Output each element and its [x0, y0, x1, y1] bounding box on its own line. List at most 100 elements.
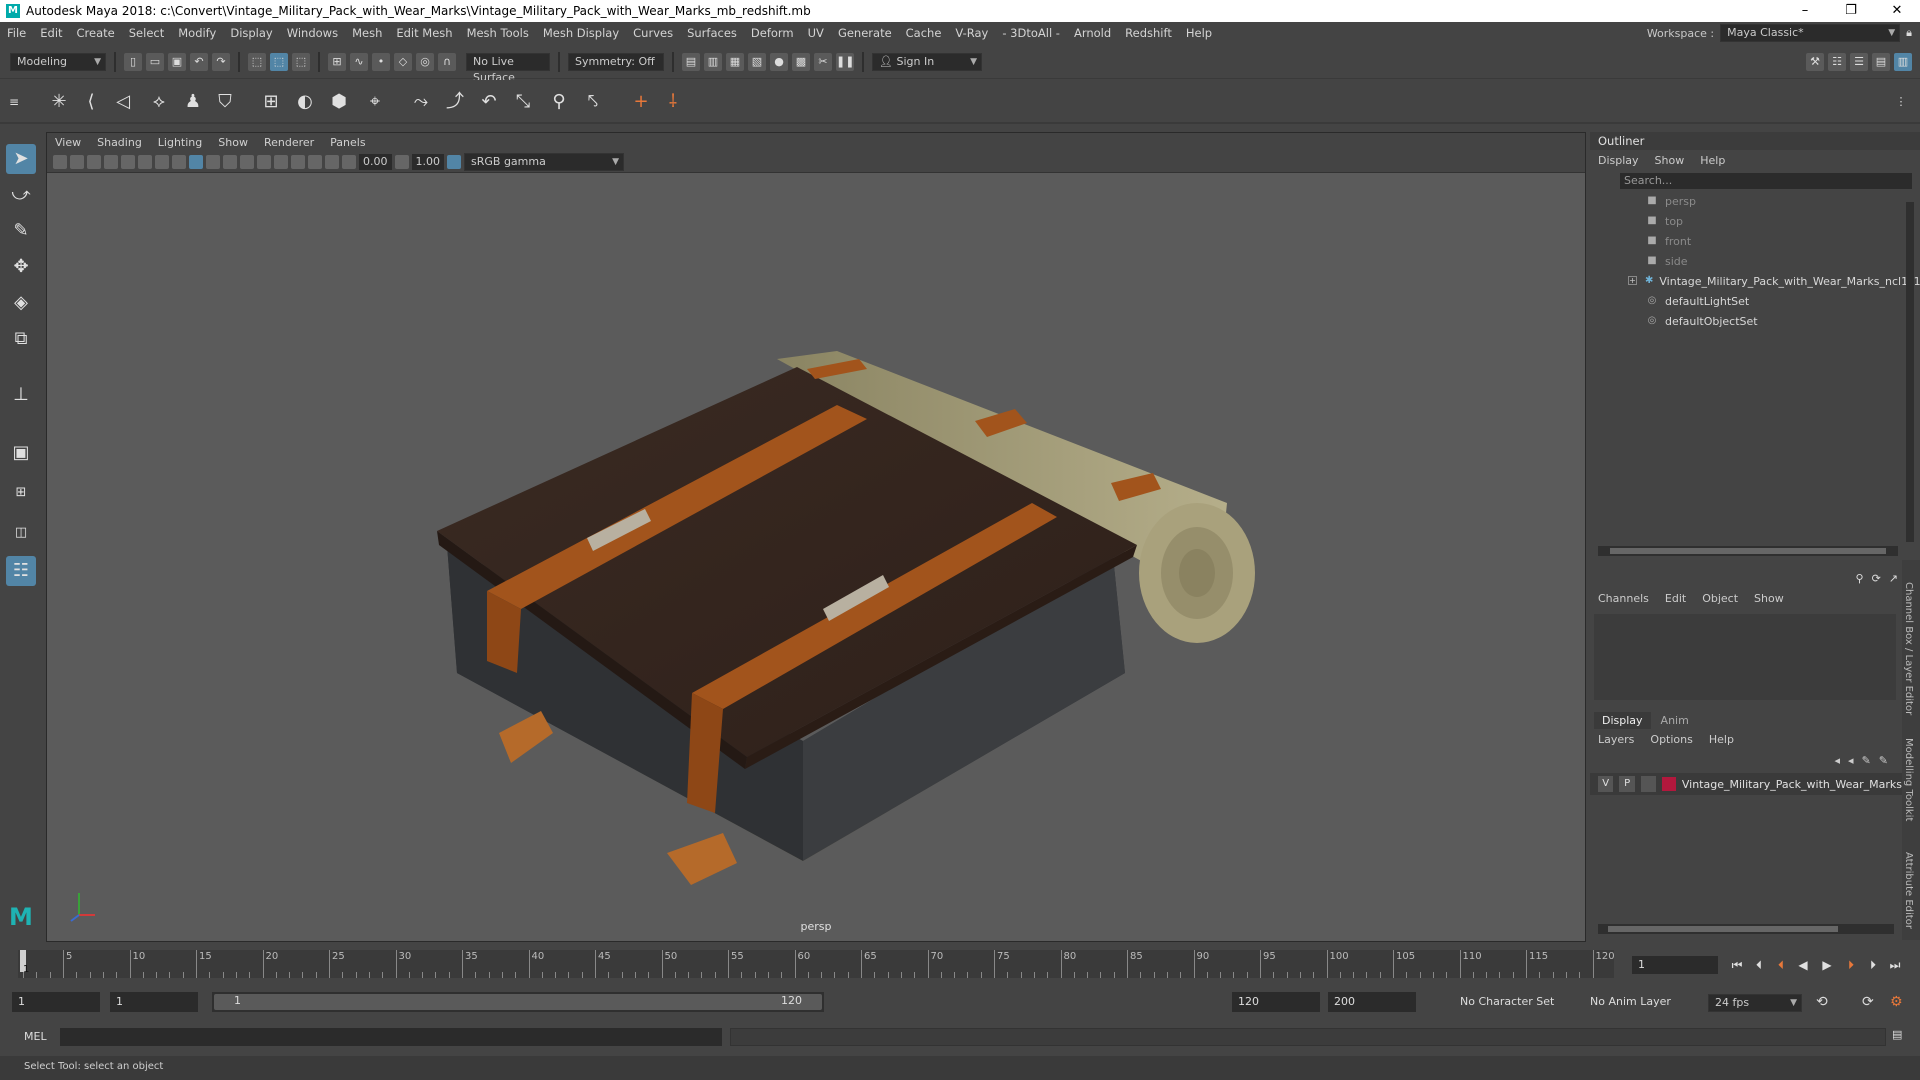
tool-settings-toggle-icon[interactable]: ☰	[1850, 52, 1868, 71]
layer-menu-layers[interactable]: Layers	[1598, 733, 1634, 746]
channel-box-menu-show[interactable]: Show	[1754, 592, 1784, 605]
cluster-icon[interactable]: ⤳	[408, 89, 434, 115]
step-back-key-icon[interactable]: ⏴	[1750, 956, 1768, 974]
wrap-deformer-icon[interactable]: ⤣	[580, 89, 606, 115]
tab-display[interactable]: Display	[1594, 712, 1651, 729]
animation-preferences-icon[interactable]: ⚙	[1890, 994, 1903, 1010]
outliner-item-pack-group[interactable]: + ✱ Vintage_Military_Pack_with_Wear_Marks_…	[1590, 271, 1920, 291]
redshift-render-icon[interactable]: ✂	[814, 52, 832, 71]
command-language-label[interactable]: MEL	[24, 1030, 47, 1043]
isolate-select-icon[interactable]	[291, 154, 305, 169]
layer-row[interactable]: V P Vintage_Military_Pack_with_Wear_Mark…	[1590, 773, 1902, 795]
channel-box-menu-object[interactable]: Object	[1702, 592, 1738, 605]
four-view-layout-icon[interactable]: ⊞	[6, 478, 36, 508]
viewport-menu-panels[interactable]: Panels	[322, 136, 373, 149]
viewport-menu-show[interactable]: Show	[210, 136, 256, 149]
lock-icon[interactable]: 🔒︎	[1906, 26, 1912, 40]
layer-horizontal-scrollbar[interactable]	[1598, 924, 1894, 934]
new-layer-icon[interactable]: ✎	[1862, 754, 1871, 767]
shadows-icon[interactable]	[240, 154, 254, 169]
undo-icon[interactable]: ↶	[190, 52, 208, 71]
loop-icon[interactable]: ⟲	[1816, 994, 1828, 1010]
menu-3dtoall[interactable]: - 3DtoAll -	[995, 26, 1067, 40]
character-icon[interactable]: ♟	[180, 89, 206, 115]
snap-point-icon[interactable]: •	[372, 52, 390, 71]
channel-box-pin-icon[interactable]: ⚲	[1856, 572, 1864, 585]
attribute-editor-toggle-icon[interactable]: ☷	[1828, 52, 1846, 71]
outliner-layout-icon[interactable]: ☷	[6, 556, 36, 586]
outliner-item-persp[interactable]: ■ persp	[1590, 191, 1920, 211]
sculpt-deformer-icon[interactable]: ⤡	[510, 89, 536, 115]
color-management-icon[interactable]	[447, 154, 461, 169]
command-input[interactable]	[60, 1028, 722, 1046]
xray-icon[interactable]	[308, 154, 322, 169]
outliner-menu-display[interactable]: Display	[1598, 154, 1639, 167]
lasso-tool-icon[interactable]: ⤻	[6, 180, 36, 210]
expand-icon[interactable]: +	[1628, 276, 1637, 285]
pause-icon[interactable]: ❚❚	[836, 52, 854, 71]
lattice-icon[interactable]: ⌖	[362, 89, 388, 115]
redo-icon[interactable]: ↷	[212, 52, 230, 71]
outliner-item-default-light-set[interactable]: ◎ defaultLightSet	[1590, 291, 1920, 311]
play-forwards-icon[interactable]: ▶	[1818, 956, 1836, 974]
layer-menu-options[interactable]: Options	[1650, 733, 1692, 746]
channel-box-refresh-icon[interactable]: ⟳	[1872, 572, 1881, 585]
anim-layer-dropdown[interactable]: No Anim Layer	[1590, 992, 1671, 1012]
render-sequence-icon[interactable]: ▥	[704, 52, 722, 71]
step-back-frame-icon[interactable]: ⏴	[1772, 956, 1790, 974]
menu-create[interactable]: Create	[70, 26, 122, 40]
time-slider[interactable]: 5 10 15 20 25 30 35 40 45 50 55 60 65 70 75 80 85 90 95 100…	[0, 944, 1920, 984]
current-frame-input[interactable]: 1	[1632, 956, 1718, 974]
play-backwards-icon[interactable]: ◀	[1794, 956, 1812, 974]
viewport-menu-shading[interactable]: Shading	[89, 136, 150, 149]
live-surface-field[interactable]: No Live Surface	[466, 52, 550, 84]
outliner-item-default-object-set[interactable]: ◎ defaultObjectSet	[1590, 311, 1920, 331]
layer-color-swatch[interactable]	[1662, 777, 1676, 791]
bookmark-icon[interactable]	[70, 154, 84, 169]
smooth-shade-icon[interactable]	[189, 154, 203, 169]
viewport-panel[interactable]: View Shading Lighting Show Renderer Pane…	[46, 132, 1586, 942]
render-settings-icon[interactable]: ▧	[748, 52, 766, 71]
textured-icon[interactable]	[206, 154, 220, 169]
channel-box-menu-edit[interactable]: Edit	[1665, 592, 1686, 605]
magnet-icon[interactable]: ∩	[438, 52, 456, 71]
viewport-menu-view[interactable]: View	[47, 136, 89, 149]
blend-shape-icon[interactable]: ⚲	[546, 89, 572, 115]
menu-help[interactable]: Help	[1179, 26, 1219, 40]
layer-display-type[interactable]	[1640, 776, 1657, 792]
rotate-tool-icon[interactable]: ◈	[6, 288, 36, 318]
open-scene-icon[interactable]: ▭	[146, 52, 164, 71]
menu-mesh[interactable]: Mesh	[345, 26, 389, 40]
exposure-icon[interactable]	[342, 154, 356, 169]
shelf-menu-icon[interactable]: ≡	[8, 89, 20, 115]
layer-editor-toggle-icon[interactable]: ▥	[1894, 52, 1912, 71]
select-by-object-icon[interactable]: ⬚	[270, 52, 288, 71]
snap-grid-icon[interactable]: ⊞	[328, 52, 346, 71]
menu-surfaces[interactable]: Surfaces	[680, 26, 744, 40]
sign-in-dropdown[interactable]: 👤︎ Sign In ▼	[872, 52, 982, 71]
grid-icon[interactable]	[104, 154, 118, 169]
minimize-button[interactable]: –	[1782, 0, 1828, 22]
channel-box-toggle-icon[interactable]: ▤	[1872, 52, 1890, 71]
workspace-dropdown[interactable]: Maya Classic* ▼	[1720, 24, 1901, 42]
tab-attribute-editor[interactable]: Attribute Editor	[1903, 852, 1914, 929]
move-layer-down-icon[interactable]: ◂	[1848, 754, 1854, 767]
menu-edit[interactable]: Edit	[33, 26, 69, 40]
playback-end-field[interactable]: 120	[1232, 992, 1320, 1012]
playback-start-field[interactable]: 1	[110, 992, 198, 1012]
scrollbar-thumb[interactable]	[1610, 548, 1886, 554]
outliner-item-front[interactable]: ■ front	[1590, 231, 1920, 251]
color-space-dropdown[interactable]: sRGB gamma ▼	[464, 152, 624, 171]
range-bar-fill[interactable]	[214, 994, 822, 1010]
render-view-icon[interactable]: ▩	[792, 52, 810, 71]
new-scene-icon[interactable]: ▯	[124, 52, 142, 71]
gamma-field[interactable]: 1.00	[411, 153, 444, 170]
xray-joints-icon[interactable]	[325, 154, 339, 169]
show-manipulator-icon[interactable]: ⊥	[6, 380, 36, 410]
outliner-item-top[interactable]: ■ top	[1590, 211, 1920, 231]
hypershade-icon[interactable]: ●	[770, 52, 788, 71]
lights-icon[interactable]	[223, 154, 237, 169]
wire-deformer-icon[interactable]: ⤴	[442, 89, 468, 115]
channel-box-float-icon[interactable]: ↗	[1889, 572, 1898, 585]
channel-box-menu-channels[interactable]: Channels	[1598, 592, 1649, 605]
